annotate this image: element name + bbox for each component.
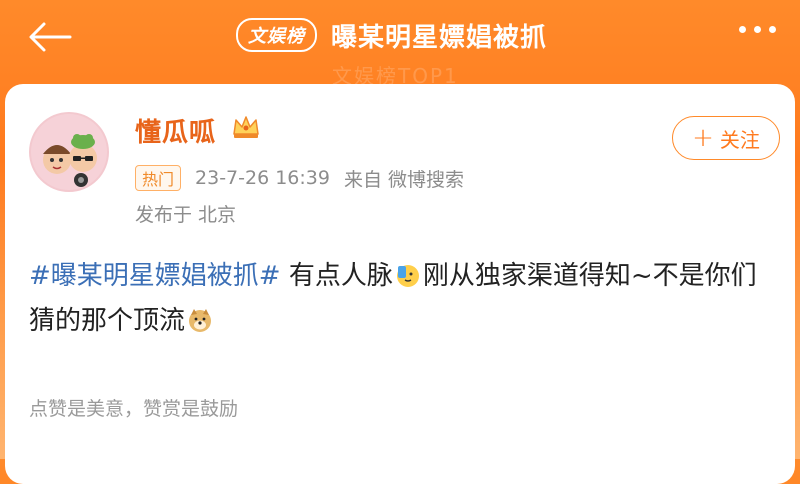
post-timestamp: 23-7-26 16:39 bbox=[195, 167, 330, 189]
username[interactable]: 懂瓜呱 bbox=[135, 112, 216, 149]
page-title: 曝某明星嫖娼被抓 bbox=[331, 22, 548, 53]
plus-icon: + bbox=[692, 123, 714, 153]
doge-emoji bbox=[189, 309, 212, 332]
post-source[interactable]: 来自 微博搜索 bbox=[344, 165, 464, 192]
phone-call-emoji bbox=[396, 265, 419, 287]
post-body: #曝某明星嫖娼被抓# 有点人脉 刚从独家渠道得知~不是你们猜的那个顶流 bbox=[29, 254, 779, 344]
header-title-group: 文娱榜 曝某明星嫖娼被抓 bbox=[236, 14, 547, 56]
top-bar: 文娱榜 曝某明星嫖娼被抓 文娱榜TOP1 bbox=[0, 0, 800, 88]
hashtag-link[interactable]: #曝某明星嫖娼被抓# bbox=[29, 261, 281, 291]
reward-hint: 点赞是美意，赞赏是鼓励 bbox=[29, 398, 239, 420]
post-card: 懂瓜呱 + 关注 热门 23-7-26 16:39 来自 微博搜索 发布于 北京… bbox=[5, 84, 795, 484]
post-location: 发布于 北京 bbox=[135, 204, 237, 226]
more-dots-icon[interactable] bbox=[739, 26, 776, 33]
post-text-1: 有点人脉 bbox=[280, 261, 393, 291]
crown-icon bbox=[233, 116, 259, 138]
hot-tag: 热门 bbox=[135, 165, 182, 191]
ranking-badge: 文娱榜 bbox=[236, 18, 317, 52]
follow-button[interactable]: + 关注 bbox=[672, 116, 780, 160]
back-button[interactable] bbox=[26, 16, 74, 58]
follow-label: 关注 bbox=[719, 127, 760, 152]
back-arrow-icon bbox=[29, 22, 72, 52]
post-meta: 热门 23-7-26 16:39 来自 微博搜索 bbox=[135, 164, 464, 192]
avatar[interactable] bbox=[29, 112, 109, 192]
